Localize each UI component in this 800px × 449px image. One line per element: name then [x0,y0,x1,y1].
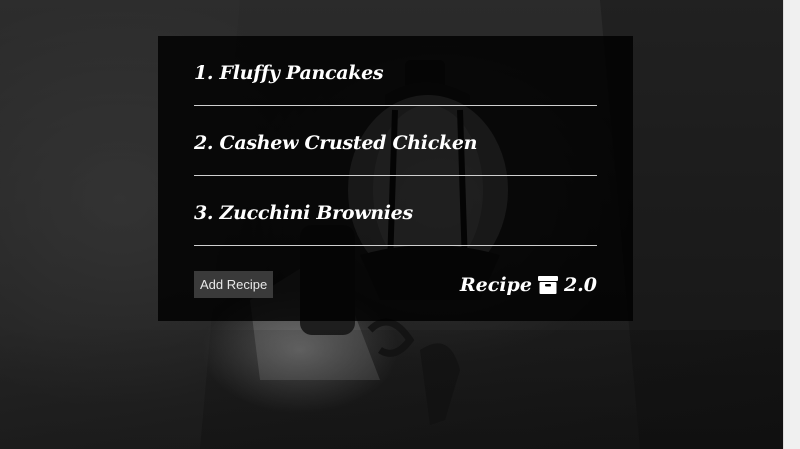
recipe-title[interactable]: 3. Zucchini Brownies [194,198,413,224]
recipe-item[interactable]: 3. Zucchini Brownies [194,176,597,246]
panel-footer: Add Recipe Recipe 2.0 [194,271,597,298]
add-recipe-button[interactable]: Add Recipe [194,271,274,298]
window-scrollbar[interactable] [783,0,800,449]
recipe-item[interactable]: 2. Cashew Crusted Chicken [194,106,597,176]
app-brand: Recipe 2.0 [460,274,597,296]
recipe-list: 1. Fluffy Pancakes 2. Cashew Crusted Chi… [194,36,597,246]
brand-version: 2.0 [563,273,597,296]
background-shadow [0,330,800,449]
recipe-title[interactable]: 2. Cashew Crusted Chicken [194,128,477,154]
archive-box-icon [537,275,558,294]
recipe-title[interactable]: 1. Fluffy Pancakes [194,58,384,84]
brand-name: Recipe [459,273,532,296]
recipe-panel: 1. Fluffy Pancakes 2. Cashew Crusted Chi… [158,36,633,321]
recipe-item[interactable]: 1. Fluffy Pancakes [194,36,597,106]
